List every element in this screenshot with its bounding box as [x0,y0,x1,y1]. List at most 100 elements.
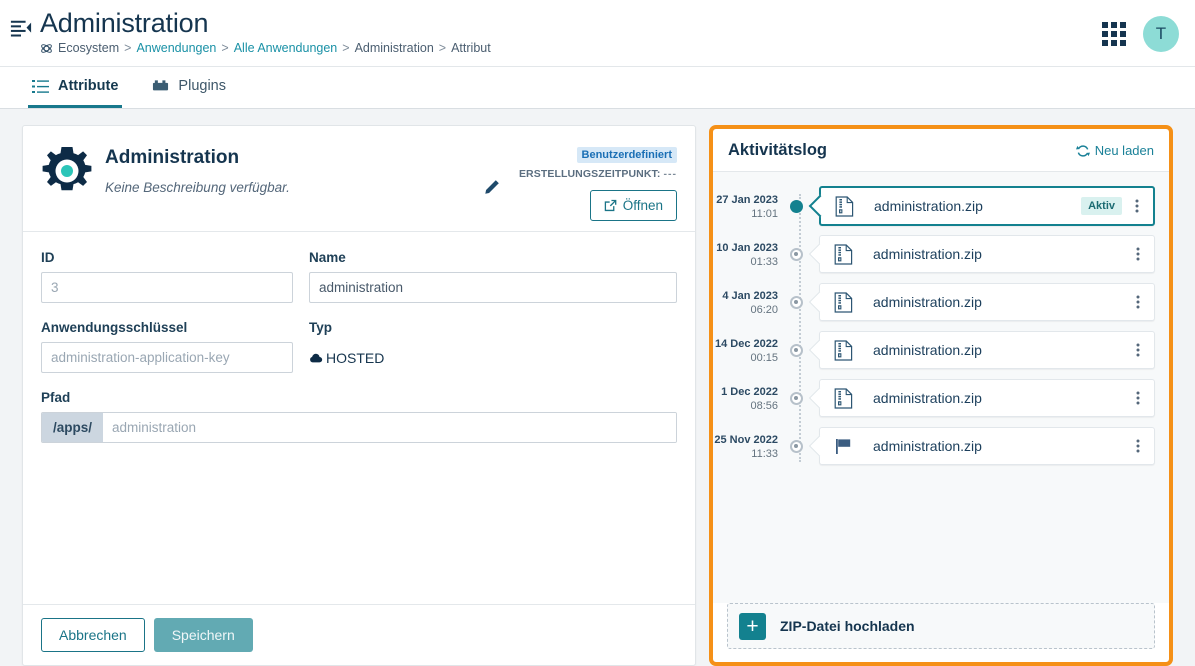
ecosystem-icon [40,42,53,55]
external-link-icon [604,199,617,212]
activity-log-row: 27 Jan 2023 11:01 administration.zip Akt… [713,182,1155,230]
entry-date: 10 Jan 2023 [716,241,778,254]
activity-log-header: Aktivitätslog Neu laden [713,129,1169,172]
activity-log-item[interactable]: administration.zip [819,331,1155,369]
path-prefix: /apps/ [42,413,104,442]
application-header: Administration Keine Beschreibung verfüg… [23,126,695,231]
cloud-icon [309,351,323,365]
application-meta: Benutzerdefiniert ERSTELLUNGSZEITPUNKT: … [517,143,677,221]
refresh-icon [1075,144,1090,158]
zip-file-icon [835,195,854,217]
timeline-dot [785,247,807,261]
reload-label: Neu laden [1094,143,1154,158]
activity-log-item[interactable]: administration.zip Aktiv [819,186,1155,226]
breadcrumb-separator: > [221,41,229,55]
card-footer: Abbrechen Speichern [23,604,695,665]
kebab-menu-icon[interactable] [1131,341,1145,359]
cancel-button[interactable]: Abbrechen [41,618,145,652]
kebab-menu-icon[interactable] [1131,389,1145,407]
field-name-label: Name [309,250,346,265]
field-path: Pfad /apps/ [41,390,677,443]
timeline-date: 14 Dec 2022 00:15 [713,337,785,364]
page-title: Administration [40,8,209,38]
plus-icon: + [739,612,766,640]
header-actions: T [1101,16,1179,52]
path-input[interactable] [103,413,676,442]
collapse-menu-icon[interactable] [10,18,32,40]
timeline-dot [785,439,807,453]
application-description-row: Keine Beschreibung verfügbar. [105,180,517,195]
type-value-row: HOSTED [309,342,677,373]
tab-plugins[interactable]: Plugins [148,67,230,108]
attribute-form: ID Name Anwendungsschlüssel Typ [23,232,695,604]
field-name: Name [309,250,677,303]
list-icon [32,78,49,95]
activity-log-title: Aktivitätslog [728,141,828,159]
field-application-key: Anwendungsschlüssel [41,320,293,373]
timeline-dot [785,295,807,309]
breadcrumb-item-anwendungen[interactable]: Anwendungen [136,41,216,55]
breadcrumb: Ecosystem > Anwendungen > Alle Anwendung… [40,41,1101,55]
breadcrumb-item-attribut: Attribut [451,41,491,55]
created-timestamp: ERSTELLUNGSZEITPUNKT: --- [517,168,677,180]
id-input[interactable] [41,272,293,303]
apps-grid-icon[interactable] [1101,21,1127,47]
form-row-key-type: Anwendungsschlüssel Typ HOSTED [41,320,677,373]
application-title-block: Administration Keine Beschreibung verfüg… [105,143,517,221]
zip-file-icon [834,387,853,409]
app-header: Administration Ecosystem > Anwendungen >… [0,0,1195,66]
activity-log-item[interactable]: administration.zip [819,427,1155,465]
field-type-label: Typ [309,320,332,335]
timeline-dot [785,391,807,405]
form-row-id-name: ID Name [41,250,677,303]
entry-time: 11:33 [751,447,778,460]
entry-time: 00:15 [750,351,778,364]
activity-log-item[interactable]: administration.zip [819,379,1155,417]
entry-file-name: administration.zip [873,438,982,454]
pencil-icon[interactable] [484,180,499,195]
reload-button[interactable]: Neu laden [1075,143,1154,158]
activity-log-item[interactable]: administration.zip [819,235,1155,273]
open-button-label: Öffnen [622,198,663,213]
application-key-input[interactable] [41,342,293,373]
kebab-menu-icon[interactable] [1130,197,1144,215]
field-type: Typ HOSTED [309,320,677,373]
breadcrumb-separator: > [124,41,132,55]
breadcrumb-item-administration: Administration [354,41,434,55]
save-button[interactable]: Speichern [153,618,253,652]
path-input-group: /apps/ [41,412,677,443]
created-value: --- [663,168,677,180]
open-button[interactable]: Öffnen [589,190,677,221]
avatar[interactable]: T [1143,16,1179,52]
entry-date: 27 Jan 2023 [716,193,778,206]
breadcrumb-separator: > [438,41,447,55]
field-id: ID [41,250,293,303]
field-id-label: ID [41,250,55,265]
entry-file-name: administration.zip [873,342,982,358]
entry-time: 01:33 [750,255,778,268]
field-application-key-label: Anwendungsschlüssel [41,320,188,335]
status-badge-active: Aktiv [1081,197,1122,215]
activity-log-item[interactable]: administration.zip [819,283,1155,321]
entry-time: 06:20 [750,303,778,316]
name-input[interactable] [309,272,677,303]
kebab-menu-icon[interactable] [1131,245,1145,263]
breadcrumb-item-ecosystem: Ecosystem [58,41,120,55]
timeline-dot [785,343,807,357]
upload-dropzone[interactable]: + ZIP-Datei hochladen [727,603,1155,649]
zip-file-icon [834,243,853,265]
kebab-menu-icon[interactable] [1131,293,1145,311]
tab-bar: Attribute Plugins [0,66,1195,109]
type-value: HOSTED [326,349,385,366]
activity-log-row: 4 Jan 2023 06:20 administration.zip [713,278,1155,326]
activity-timeline: 27 Jan 2023 11:01 administration.zip Akt… [713,182,1155,470]
entry-date: 25 Nov 2022 [714,433,778,446]
timeline-date: 1 Dec 2022 08:56 [713,385,785,412]
entry-file-name: administration.zip [873,294,982,310]
flag-icon [834,436,853,457]
zip-file-icon [834,339,853,361]
tab-attribute[interactable]: Attribute [28,67,123,108]
kebab-menu-icon[interactable] [1131,437,1145,455]
breadcrumb-item-alle-anwendungen[interactable]: Alle Anwendungen [234,41,338,55]
timeline-date: 10 Jan 2023 01:33 [713,241,785,268]
